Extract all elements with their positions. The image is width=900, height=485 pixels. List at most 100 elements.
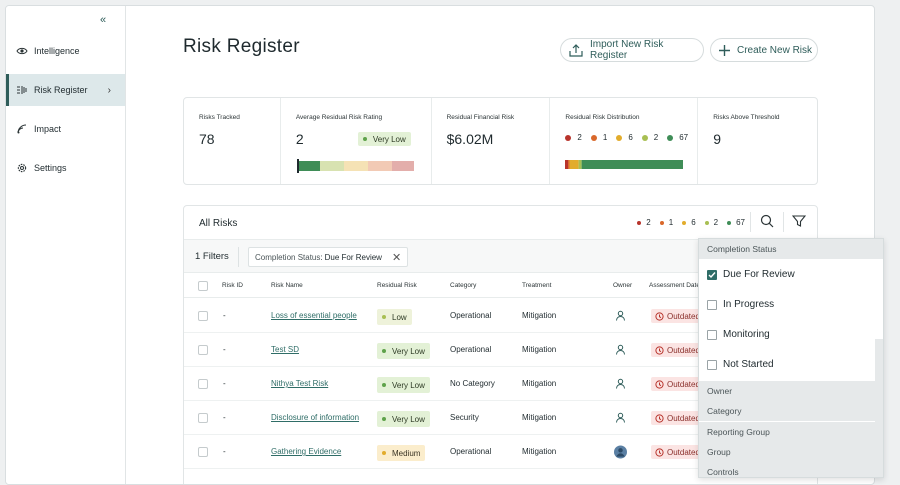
risks-tracked-card: Risks Tracked 78 <box>184 98 281 184</box>
distribution-bar <box>565 160 684 169</box>
assessment-status-badge: Outdated <box>651 343 704 357</box>
checkbox-checked[interactable] <box>707 269 717 280</box>
upload-icon <box>569 43 583 57</box>
sidebar-item-impact[interactable]: Impact <box>6 113 125 145</box>
sidebar-item-risk-register[interactable]: Risk Register › <box>6 74 125 106</box>
filter-count[interactable]: 1 Filters <box>195 251 229 262</box>
distribution-card: Residual Risk Distribution 2 1 6 2 67 <box>550 98 699 184</box>
dist-item-very-low: 67 <box>667 133 688 142</box>
user-icon[interactable] <box>614 343 627 356</box>
check-icon <box>708 271 716 278</box>
residual-risk-badge: Very Low <box>377 377 430 393</box>
distribution-legend: 2 1 6 2 67 <box>565 133 697 142</box>
sidebar-item-label: Impact <box>34 124 62 134</box>
dot-icon <box>682 220 687 225</box>
residual-risk-badge: Medium <box>377 445 426 461</box>
treatment-cell: Mitigation <box>522 413 557 422</box>
treatment-cell: Mitigation <box>522 311 557 320</box>
sidebar: « Intelligence Risk Register › Impact Se… <box>6 6 126 484</box>
column-header-residual-risk[interactable]: Residual Risk <box>377 282 417 289</box>
select-all-checkbox[interactable] <box>198 281 208 291</box>
category-cell: Operational <box>450 311 492 320</box>
checkbox[interactable] <box>707 359 717 370</box>
dropdown-scrollbar[interactable] <box>875 339 883 477</box>
user-icon[interactable] <box>614 309 627 322</box>
option-not-started[interactable]: Not Started <box>707 359 774 370</box>
dist-item-high: 1 <box>659 218 673 227</box>
column-header-treatment[interactable]: Treatment <box>522 282 551 289</box>
above-threshold-label: Risks Above Threshold <box>713 114 780 121</box>
search-icon[interactable] <box>760 214 774 228</box>
risk-id: - <box>223 447 226 456</box>
sidebar-item-label: Risk Register <box>34 85 88 95</box>
avg-rating-card: Average Residual Risk Rating 2 Very Low <box>281 98 432 184</box>
risk-name-link[interactable]: Gathering Evidence <box>271 447 341 456</box>
user-icon[interactable] <box>614 411 627 424</box>
dropdown-section-group[interactable]: Group <box>699 442 883 462</box>
risk-name-link[interactable]: Loss of essential people <box>271 311 357 320</box>
row-checkbox[interactable] <box>198 413 208 423</box>
row-checkbox[interactable] <box>198 447 208 457</box>
distribution-segment-3 <box>579 160 583 169</box>
divider <box>238 247 239 267</box>
sidebar-item-intelligence[interactable]: Intelligence <box>6 35 125 67</box>
dropdown-section-reporting-group[interactable]: Reporting Group <box>699 422 883 442</box>
dropdown-section-owner[interactable]: Owner <box>699 381 883 401</box>
dot-icon <box>565 134 572 141</box>
column-header-assessment-date[interactable]: Assessment Date <box>649 282 700 289</box>
filter-icon[interactable] <box>792 214 806 228</box>
risk-name-link[interactable]: Disclosure of information <box>271 413 359 422</box>
dropdown-section-completion-status[interactable]: Completion Status <box>699 239 883 259</box>
sidebar-item-label: Intelligence <box>34 46 80 56</box>
chevron-right-icon: › <box>107 84 111 96</box>
history-icon <box>655 447 664 457</box>
history-icon <box>655 413 664 423</box>
risk-name-link[interactable]: Nithya Test Risk <box>271 379 328 388</box>
risk-name-link[interactable]: Test SD <box>271 345 299 354</box>
option-in-progress[interactable]: In Progress <box>707 299 774 310</box>
risk-id: - <box>223 311 226 320</box>
row-checkbox[interactable] <box>198 379 208 389</box>
above-threshold-value: 9 <box>713 131 721 147</box>
filter-chip-value: Due For Review <box>324 252 382 262</box>
column-header-risk-id[interactable]: Risk ID <box>222 282 243 289</box>
filter-chip[interactable]: Completion Status: Due For Review ✕ <box>248 247 409 267</box>
assessment-status-badge: Outdated <box>651 411 704 425</box>
close-icon[interactable]: ✕ <box>392 251 401 264</box>
checkbox[interactable] <box>707 299 717 310</box>
import-risk-register-button[interactable]: Import New Risk Register <box>560 38 704 62</box>
history-icon <box>655 379 664 389</box>
dist-item-medium: 6 <box>682 218 696 227</box>
plus-icon <box>719 44 730 56</box>
dist-item-high: 1 <box>590 133 607 142</box>
category-cell: No Category <box>450 379 495 388</box>
assessment-status-badge: Outdated <box>651 377 704 391</box>
collapse-sidebar-button[interactable]: « <box>100 14 106 26</box>
dot-icon <box>704 220 709 225</box>
distribution-segment-1 <box>568 160 570 169</box>
create-risk-button[interactable]: Create New Risk <box>710 38 818 62</box>
option-monitoring[interactable]: Monitoring <box>707 329 770 340</box>
create-label: Create New Risk <box>737 44 813 56</box>
avg-rating-value: 2 <box>295 131 304 147</box>
distribution-segment-4 <box>582 160 684 169</box>
dot-icon <box>727 220 732 225</box>
avatar[interactable] <box>614 445 627 458</box>
financial-label: Residual Financial Risk <box>446 114 515 121</box>
gear-icon <box>16 162 28 174</box>
option-due-for-review[interactable]: Due For Review <box>707 269 795 280</box>
checkbox[interactable] <box>707 329 717 340</box>
user-icon[interactable] <box>614 377 627 390</box>
column-header-risk-name[interactable]: Risk Name <box>271 282 303 289</box>
treatment-cell: Mitigation <box>522 345 557 354</box>
sidebar-item-settings[interactable]: Settings <box>6 152 125 184</box>
financial-risk-card: Residual Financial Risk $6.02M <box>432 98 551 184</box>
treatment-cell: Mitigation <box>522 447 557 456</box>
row-checkbox[interactable] <box>198 345 208 355</box>
row-checkbox[interactable] <box>198 311 208 321</box>
dropdown-section-category[interactable]: Category <box>699 401 883 421</box>
column-header-owner[interactable]: Owner <box>613 282 632 289</box>
rating-gauge <box>296 159 414 173</box>
column-header-category[interactable]: Category <box>450 282 476 289</box>
distribution-label: Residual Risk Distribution <box>565 114 640 121</box>
